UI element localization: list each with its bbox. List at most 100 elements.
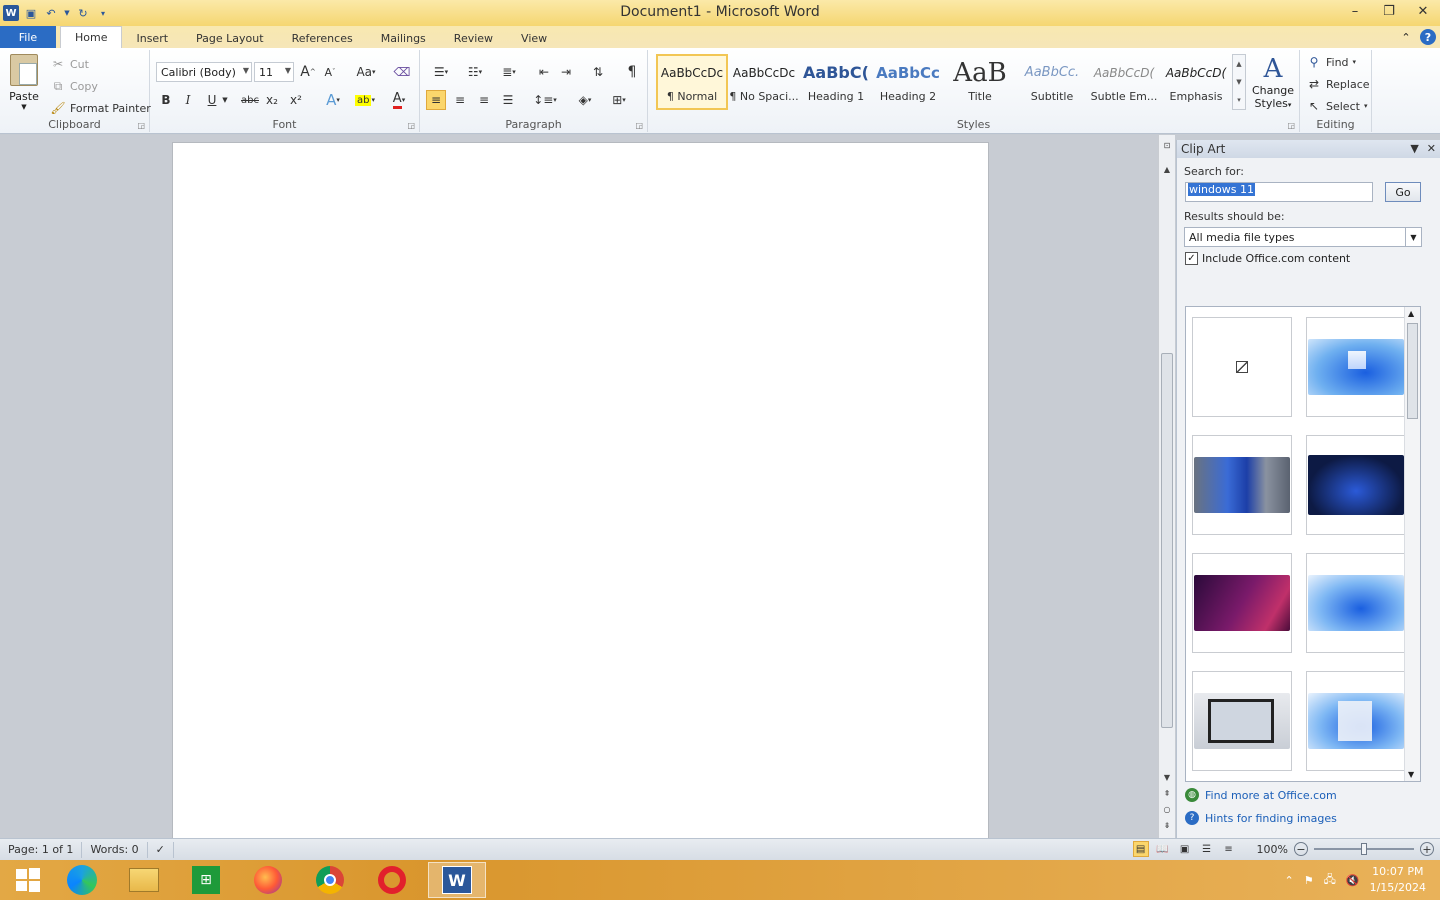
show-formatting-button[interactable]: ¶ (622, 62, 642, 82)
highlight-color-icon[interactable]: ab ▾ (350, 90, 380, 110)
style-subtitle[interactable]: AaBbCc. Subtitle (1016, 54, 1088, 110)
draft-icon[interactable]: ≡ (1221, 841, 1237, 857)
tab-file[interactable]: File (0, 26, 56, 48)
find-more-link[interactable]: ◍ Find more at Office.com (1185, 788, 1337, 802)
style-normal[interactable]: AaBbCcDc ¶ Normal (656, 54, 728, 110)
help-icon[interactable]: ? (1420, 29, 1436, 45)
align-right-icon[interactable]: ≡ (474, 90, 494, 110)
file-explorer-app[interactable] (118, 862, 170, 898)
flag-icon[interactable]: ⚑ (1304, 874, 1314, 887)
line-spacing-icon[interactable]: ↕≡ ▾ (530, 90, 560, 110)
chevron-down-icon[interactable]: ▼ (1236, 78, 1241, 86)
bold-button[interactable]: B (156, 90, 176, 110)
document-page[interactable] (172, 142, 989, 842)
include-office-checkbox-row[interactable]: ✓ Include Office.com content (1185, 252, 1350, 265)
grow-font-button[interactable]: A ^ (298, 62, 318, 82)
chevron-down-icon[interactable]: ▼ (220, 90, 230, 110)
show-hidden-icons-icon[interactable]: ⌃ (1285, 874, 1294, 887)
go-button[interactable]: Go (1385, 182, 1421, 202)
undo-icon[interactable]: ↶ (43, 5, 59, 21)
vertical-scrollbar[interactable]: ⊡ ▲ ▼ ⇞ ○ ⇟ (1158, 135, 1175, 838)
scroll-down-icon[interactable]: ▼ (1159, 773, 1175, 782)
borders-icon[interactable]: ⊞ ▾ (604, 90, 634, 110)
pane-options-icon[interactable]: ▼ (1410, 142, 1418, 155)
close-button[interactable]: ✕ (1406, 0, 1440, 22)
customize-qat-icon[interactable]: ▾ (95, 5, 111, 21)
clip-result-2[interactable] (1306, 317, 1406, 417)
shading-icon[interactable]: ◈ ▾ (570, 90, 600, 110)
ruler-toggle-icon[interactable]: ⊡ (1159, 141, 1175, 150)
change-case-button[interactable]: Aa ▾ (352, 62, 380, 82)
scroll-up-icon[interactable]: ▲ (1408, 309, 1414, 318)
close-pane-icon[interactable]: ✕ (1427, 142, 1436, 155)
network-icon[interactable]: 🖧 (1324, 871, 1336, 890)
chevron-up-icon[interactable]: ▲ (1236, 60, 1241, 68)
word-count[interactable]: Words: 0 (82, 841, 148, 858)
tab-view[interactable]: View (507, 28, 561, 48)
outline-icon[interactable]: ☰ (1199, 841, 1215, 857)
dialog-launcher-icon[interactable]: ◲ (137, 121, 145, 130)
clip-result-1[interactable] (1192, 317, 1292, 417)
font-name-combo[interactable]: Calibri (Body) ▼ (156, 62, 252, 82)
align-left-icon[interactable]: ≡ (426, 90, 446, 110)
tab-home[interactable]: Home (60, 26, 123, 48)
zoom-slider[interactable] (1314, 841, 1414, 857)
style-heading-1[interactable]: AaBbC( Heading 1 (800, 54, 872, 110)
redo-icon[interactable]: ↻ (75, 5, 91, 21)
justify-icon[interactable]: ☰ (498, 90, 518, 110)
browse-object-icon[interactable]: ○ (1159, 805, 1175, 814)
style-no-spacing[interactable]: AaBbCcDc ¶ No Spaci... (728, 54, 800, 110)
clip-result-8[interactable] (1306, 671, 1406, 771)
clock[interactable]: 10:07 PM 1/15/2024 (1370, 864, 1426, 896)
chrome-app[interactable] (304, 862, 356, 898)
multilevel-list-icon[interactable]: ≣ ▾ (494, 62, 524, 82)
clip-result-3[interactable] (1192, 435, 1292, 535)
full-screen-reading-icon[interactable]: 📖 (1155, 841, 1171, 857)
results-scrollbar[interactable]: ▲ ▼ (1404, 307, 1420, 781)
find-button[interactable]: ⚲ Find ▾ (1306, 54, 1356, 70)
media-type-select[interactable]: All media file types ▼ (1184, 227, 1422, 247)
style-gallery-scroll[interactable]: ▲ ▼ ▾ (1232, 54, 1246, 110)
next-page-icon[interactable]: ⇟ (1159, 821, 1175, 830)
subscript-button[interactable]: x₂ (262, 90, 282, 110)
tab-insert[interactable]: Insert (122, 28, 182, 48)
clip-result-7[interactable] (1192, 671, 1292, 771)
paste-button[interactable]: Paste ▼ (4, 54, 44, 114)
dialog-launcher-icon[interactable]: ◲ (407, 121, 415, 130)
increase-indent-icon[interactable]: ⇥ (556, 62, 576, 82)
style-subtle-emphasis[interactable]: AaBbCcD( Subtle Em... (1088, 54, 1160, 110)
superscript-button[interactable]: x² (286, 90, 306, 110)
zoom-in-icon[interactable]: + (1420, 842, 1434, 856)
align-center-icon[interactable]: ≡ (450, 90, 470, 110)
text-effects-icon[interactable]: A ▾ (320, 90, 346, 110)
dialog-launcher-icon[interactable]: ◲ (635, 121, 643, 130)
strikethrough-button[interactable]: abc (238, 90, 262, 110)
minimize-button[interactable]: – (1338, 0, 1372, 22)
change-styles-button[interactable]: A Change Styles▾ (1250, 54, 1296, 114)
edge-app[interactable] (56, 862, 108, 898)
dialog-launcher-icon[interactable]: ◲ (1287, 121, 1295, 130)
numbering-icon[interactable]: ☷ ▾ (460, 62, 490, 82)
decrease-indent-icon[interactable]: ⇤ (534, 62, 554, 82)
font-color-icon[interactable]: A ▾ (384, 90, 414, 110)
clip-result-5[interactable] (1192, 553, 1292, 653)
style-emphasis[interactable]: AaBbCcD( Emphasis (1160, 54, 1232, 110)
tab-page-layout[interactable]: Page Layout (182, 28, 278, 48)
zoom-out-icon[interactable]: − (1294, 842, 1308, 856)
restore-button[interactable]: ❐ (1372, 0, 1406, 22)
bullets-icon[interactable]: ☰ ▾ (426, 62, 456, 82)
underline-button[interactable]: U (202, 90, 222, 110)
sort-icon[interactable]: ⇅ (588, 62, 608, 82)
word-logo-icon[interactable]: W (3, 5, 19, 21)
cut-button[interactable]: ✂ Cut (50, 56, 89, 72)
select-button[interactable]: ↖ Select ▾ (1306, 98, 1367, 114)
tab-review[interactable]: Review (440, 28, 507, 48)
scroll-thumb[interactable] (1161, 353, 1173, 728)
minimize-ribbon-icon[interactable]: ⌃ (1398, 29, 1414, 45)
style-heading-2[interactable]: AaBbCc Heading 2 (872, 54, 944, 110)
results-scroll-thumb[interactable] (1407, 323, 1418, 419)
hints-link[interactable]: ? Hints for finding images (1185, 811, 1337, 825)
page-count[interactable]: Page: 1 of 1 (0, 841, 83, 858)
tab-mailings[interactable]: Mailings (367, 28, 440, 48)
more-icon[interactable]: ▾ (1237, 96, 1241, 104)
